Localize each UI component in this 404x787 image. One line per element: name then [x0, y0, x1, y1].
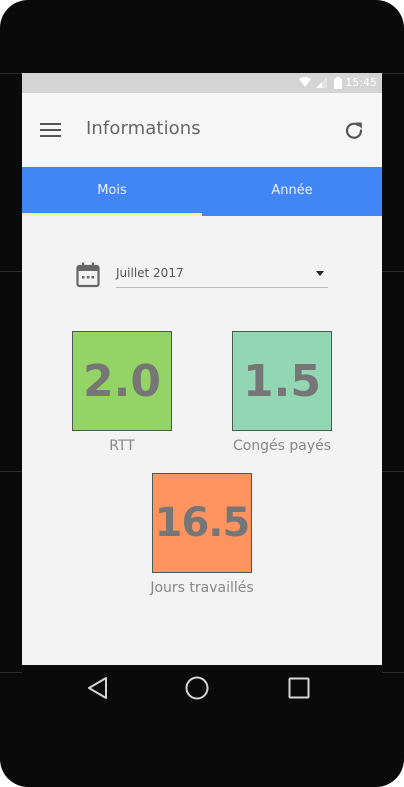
signal-icon [316, 77, 327, 88]
stat-jours-travailles: 16.5 Jours travaillés [122, 473, 282, 596]
app-screen: 15:45 Informations Mois Année Juillet 20… [22, 73, 382, 665]
page-title: Informations [86, 118, 201, 139]
stat-conges-payes-label: Congés payés [232, 438, 332, 454]
stat-conges-payes: 1.5 Congés payés [202, 331, 362, 454]
stat-jours-travailles-value: 16.5 [152, 473, 252, 573]
stat-conges-payes-value: 1.5 [232, 331, 332, 431]
back-icon[interactable] [85, 675, 111, 701]
frame-seam [382, 271, 404, 272]
frame-seam [382, 672, 404, 673]
recent-apps-icon[interactable] [286, 675, 312, 701]
month-select-value: Juillet 2017 [116, 266, 184, 280]
chevron-down-icon [316, 271, 324, 276]
stat-rtt-label: RTT [109, 438, 135, 454]
tab-indicator [22, 213, 202, 216]
calendar-icon[interactable] [76, 262, 100, 288]
battery-icon [334, 77, 342, 89]
tab-mois[interactable]: Mois [22, 167, 202, 216]
status-time: 15:45 [345, 76, 377, 89]
app-bar: Informations [22, 93, 382, 167]
menu-icon[interactable] [40, 121, 62, 139]
home-icon[interactable] [184, 675, 210, 701]
status-bar: 15:45 [22, 73, 382, 93]
month-select[interactable]: Juillet 2017 [116, 259, 328, 288]
stat-rtt-value: 2.0 [72, 331, 172, 431]
refresh-icon[interactable] [342, 119, 366, 143]
stat-rtt: 2.0 RTT [42, 331, 202, 454]
frame-seam [0, 471, 22, 472]
period-selector: Juillet 2017 [22, 259, 382, 299]
frame-seam [0, 73, 22, 74]
frame-seam [382, 73, 404, 74]
stat-jours-travailles-label: Jours travaillés [150, 580, 254, 596]
frame-seam [0, 672, 22, 673]
frame-seam [0, 271, 22, 272]
tab-bar: Mois Année [22, 167, 382, 216]
frame-seam [382, 471, 404, 472]
system-nav-bar [22, 665, 382, 711]
phone-frame: 15:45 Informations Mois Année Juillet 20… [0, 0, 404, 787]
wifi-icon [299, 77, 311, 87]
tab-annee[interactable]: Année [202, 167, 382, 216]
